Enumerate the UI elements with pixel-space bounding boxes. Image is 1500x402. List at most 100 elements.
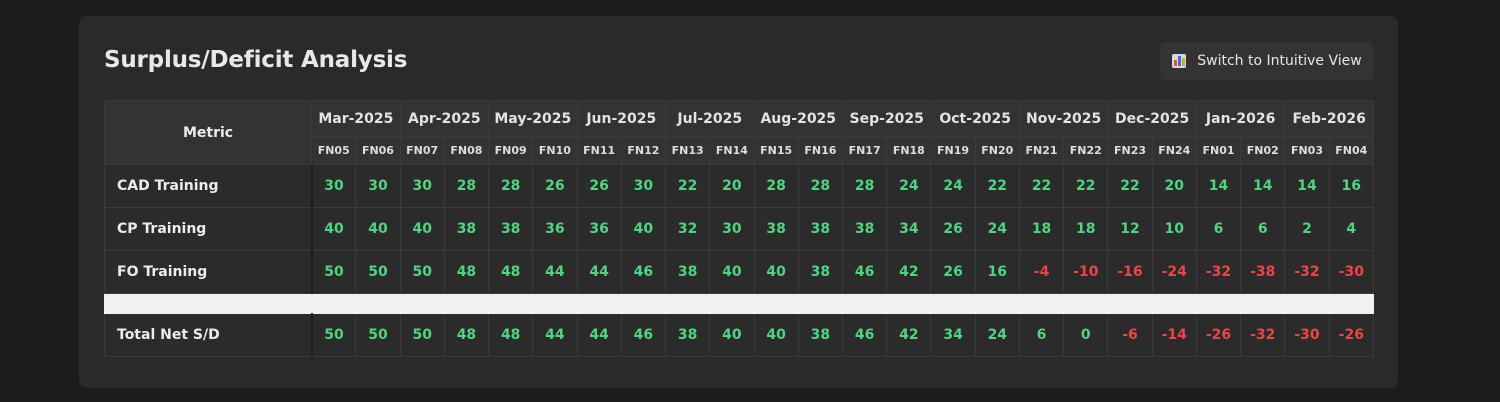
value-cell: 10 xyxy=(1151,207,1197,251)
fortnight-header: FN24 xyxy=(1151,136,1197,165)
fortnight-header: FN03 xyxy=(1284,136,1330,165)
value-cell: 48 xyxy=(488,313,534,357)
fortnight-header: FN10 xyxy=(532,136,578,165)
value-cell: 26 xyxy=(532,164,578,208)
value-cell: 14 xyxy=(1284,164,1330,208)
fortnight-header: FN19 xyxy=(930,136,976,165)
value-cell: 32 xyxy=(665,207,711,251)
value-cell: 46 xyxy=(620,313,667,357)
value-cell: 40 xyxy=(753,313,799,357)
value-cell: 20 xyxy=(709,164,755,208)
value-cell: 36 xyxy=(532,207,578,251)
value-cell: 4 xyxy=(1328,207,1375,251)
month-header: Sep-2025 xyxy=(841,100,932,137)
row-label: CP Training xyxy=(103,207,313,251)
value-cell: 24 xyxy=(886,164,932,208)
table-row: FO Training 50 50 50 48 48 44 44 46 38 40 40 38 46 42 2… xyxy=(103,250,1375,294)
fortnight-header: FN11 xyxy=(576,136,622,165)
value-cell: 30 xyxy=(620,164,667,208)
value-cell: -14 xyxy=(1151,313,1197,357)
value-cell: 50 xyxy=(355,250,401,294)
fortnight-header: FN14 xyxy=(709,136,755,165)
value-cell: 38 xyxy=(841,207,888,251)
value-cell: 18 xyxy=(1063,207,1109,251)
value-cell: -26 xyxy=(1328,313,1375,357)
value-cell: 16 xyxy=(974,250,1020,294)
value-cell: 38 xyxy=(753,207,799,251)
month-header: Jan-2026 xyxy=(1195,100,1286,137)
month-header: Dec-2025 xyxy=(1107,100,1197,137)
value-cell: 34 xyxy=(886,207,932,251)
value-cell: -4 xyxy=(1018,250,1065,294)
value-cell: 50 xyxy=(355,313,401,357)
value-cell: 22 xyxy=(1018,164,1065,208)
switch-view-button[interactable]: Switch to Intuitive View xyxy=(1160,42,1374,80)
total-row: Total Net S/D 50 50 50 48 48 44 44 46 38 40 40 38 46 4… xyxy=(103,313,1375,357)
value-cell: 12 xyxy=(1107,207,1153,251)
fortnight-header: FN08 xyxy=(443,136,490,165)
fortnight-header: FN09 xyxy=(488,136,534,165)
analysis-card: Surplus/Deficit Analysis Switch to Intui… xyxy=(79,16,1398,388)
value-cell: 42 xyxy=(886,313,932,357)
value-cell: 14 xyxy=(1195,164,1242,208)
value-cell: 38 xyxy=(797,250,843,294)
row-label: CAD Training xyxy=(103,164,313,208)
fortnight-header: FN12 xyxy=(620,136,667,165)
value-cell: 26 xyxy=(930,207,976,251)
month-header: Aug-2025 xyxy=(753,100,843,137)
fortnight-header: FN05 xyxy=(311,136,357,165)
value-cell: 40 xyxy=(355,207,401,251)
value-cell: -32 xyxy=(1284,250,1330,294)
value-cell: 20 xyxy=(1151,164,1197,208)
value-cell: 24 xyxy=(974,313,1020,357)
value-cell: 30 xyxy=(709,207,755,251)
fortnight-header: FN07 xyxy=(399,136,445,165)
value-cell: 16 xyxy=(1328,164,1375,208)
page-title: Surplus/Deficit Analysis xyxy=(104,47,408,73)
month-header: Mar-2025 xyxy=(311,100,401,137)
fortnight-header: FN20 xyxy=(974,136,1020,165)
value-cell: 38 xyxy=(797,207,843,251)
value-cell: 30 xyxy=(355,164,401,208)
month-header: Apr-2025 xyxy=(399,100,490,137)
value-cell: 28 xyxy=(488,164,534,208)
value-cell: 50 xyxy=(399,250,445,294)
value-cell: 38 xyxy=(443,207,490,251)
fortnight-header: FN06 xyxy=(355,136,401,165)
value-cell: 36 xyxy=(576,207,622,251)
value-cell: -38 xyxy=(1240,250,1286,294)
value-cell: 22 xyxy=(1107,164,1153,208)
month-header: Oct-2025 xyxy=(930,100,1020,137)
spacer-cell xyxy=(104,293,1374,314)
value-cell: 40 xyxy=(620,207,667,251)
value-cell: 28 xyxy=(443,164,490,208)
value-cell: -6 xyxy=(1107,313,1153,357)
value-cell: -24 xyxy=(1151,250,1197,294)
value-cell: 50 xyxy=(311,250,357,294)
fortnight-header: FN21 xyxy=(1018,136,1065,165)
month-header: Feb-2026 xyxy=(1284,100,1374,137)
value-cell: 24 xyxy=(974,207,1020,251)
value-cell: -10 xyxy=(1063,250,1109,294)
value-cell: 6 xyxy=(1240,207,1286,251)
month-header: Jun-2025 xyxy=(576,100,667,137)
value-cell: 42 xyxy=(886,250,932,294)
value-cell: 38 xyxy=(665,313,711,357)
value-cell: 50 xyxy=(399,313,445,357)
value-cell: 22 xyxy=(1063,164,1109,208)
value-cell: 18 xyxy=(1018,207,1065,251)
value-cell: 48 xyxy=(443,250,490,294)
value-cell: 30 xyxy=(311,164,357,208)
value-cell: -16 xyxy=(1107,250,1153,294)
fortnight-header: FN01 xyxy=(1195,136,1242,165)
fortnight-header: FN17 xyxy=(841,136,888,165)
value-cell: 14 xyxy=(1240,164,1286,208)
table-row: CP Training 40 40 40 38 38 36 36 40 32 30 38 38 38 34 2… xyxy=(103,207,1375,251)
value-cell: 6 xyxy=(1195,207,1242,251)
value-cell: -30 xyxy=(1284,313,1330,357)
value-cell: 44 xyxy=(532,313,578,357)
value-cell: 38 xyxy=(797,313,843,357)
switch-view-label: Switch to Intuitive View xyxy=(1197,53,1362,69)
value-cell: 2 xyxy=(1284,207,1330,251)
fortnight-header: FN02 xyxy=(1240,136,1286,165)
